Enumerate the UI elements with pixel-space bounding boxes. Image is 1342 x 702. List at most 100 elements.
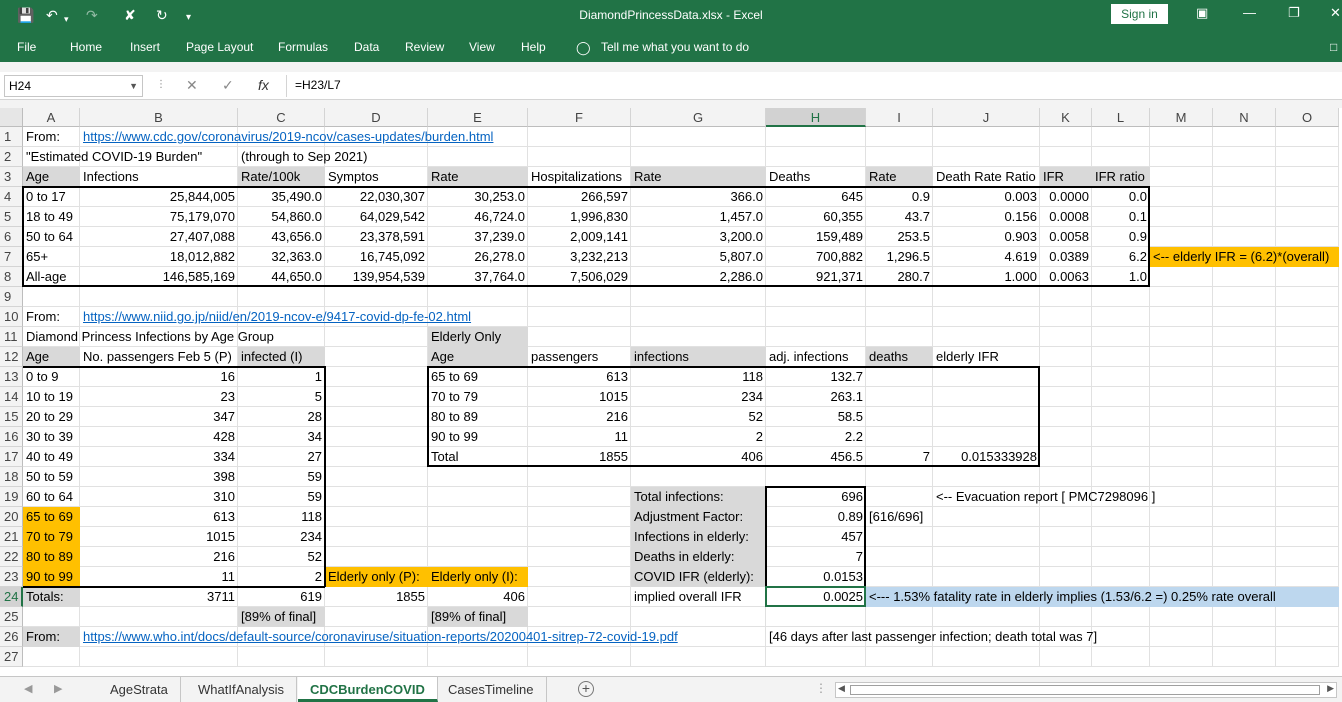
row-header-2[interactable]: 2: [0, 147, 23, 167]
column-header-c[interactable]: C: [238, 108, 325, 127]
row-header-15[interactable]: 15: [0, 407, 23, 427]
cell-c17: 27: [307, 449, 322, 464]
cell-b10[interactable]: https://www.niid.go.jp/niid/en/2019-ncov…: [80, 307, 474, 327]
tab-page-layout[interactable]: Page Layout: [186, 40, 253, 54]
column-header-n[interactable]: N: [1213, 108, 1276, 127]
column-header-a[interactable]: A: [23, 108, 80, 127]
cell-i3: Rate: [869, 169, 897, 184]
row-header-21[interactable]: 21: [0, 527, 23, 547]
tab-home[interactable]: Home: [70, 40, 102, 54]
cell-h16: 2.2: [844, 429, 863, 444]
cell-f16: 11: [614, 429, 629, 444]
scroll-right-icon[interactable]: ▶: [1327, 683, 1334, 694]
row-header-1[interactable]: 1: [0, 127, 23, 147]
row-header-6[interactable]: 6: [0, 227, 23, 247]
enter-icon[interactable]: ✓: [222, 77, 234, 94]
sheet-tab-cdcburdencovid[interactable]: CDCBurdenCOVID: [298, 677, 438, 702]
cell-g8: 2,286.0: [719, 269, 763, 284]
column-header-j[interactable]: J: [933, 108, 1040, 127]
row-header-19[interactable]: 19: [0, 487, 23, 507]
tell-me-search[interactable]: Tell me what you want to do: [601, 40, 749, 54]
select-all-corner[interactable]: [0, 108, 23, 127]
tab-data[interactable]: Data: [354, 40, 379, 54]
cell-a20: 65 to 69: [26, 509, 73, 524]
row-header-14[interactable]: 14: [0, 387, 23, 407]
cell-a8: All-age: [26, 269, 67, 284]
column-header-h[interactable]: H: [766, 108, 866, 127]
cell-l3: IFR ratio: [1095, 169, 1145, 184]
row-header-7[interactable]: 7: [0, 247, 23, 267]
column-header-e[interactable]: E: [428, 108, 528, 127]
ribbon-display-icon[interactable]: ▣: [1196, 5, 1208, 21]
row-header-17[interactable]: 17: [0, 447, 23, 467]
add-sheet-icon[interactable]: +: [578, 681, 594, 697]
column-header-d[interactable]: D: [325, 108, 428, 127]
restore-icon[interactable]: ❐: [1288, 5, 1300, 21]
cell-f7: 3,232,213: [570, 249, 628, 264]
horizontal-scrollbar[interactable]: ◀ ▶: [835, 682, 1337, 698]
formula-input[interactable]: =H23/L7: [286, 75, 1342, 97]
scroll-left-icon[interactable]: ◀: [838, 683, 845, 694]
sign-in-button[interactable]: Sign in: [1111, 4, 1168, 24]
column-header-b[interactable]: B: [80, 108, 238, 127]
row-header-3[interactable]: 3: [0, 167, 23, 187]
tab-review[interactable]: Review: [405, 40, 444, 54]
column-header-i[interactable]: I: [866, 108, 933, 127]
name-box[interactable]: H24 ▼: [4, 75, 143, 97]
row-header-11[interactable]: 11: [0, 327, 23, 347]
cell-b8: 146,585,169: [162, 269, 235, 284]
tab-formulas[interactable]: Formulas: [278, 40, 328, 54]
row-header-8[interactable]: 8: [0, 267, 23, 287]
cell-j19: <-- Evacuation report [ PMC7298096 ]: [936, 489, 1156, 504]
column-header-k[interactable]: K: [1040, 108, 1092, 127]
selected-cell[interactable]: [765, 586, 866, 607]
prev-sheet-icon[interactable]: ◀: [24, 682, 32, 695]
cell-f4: 266,597: [581, 189, 628, 204]
cell-b1[interactable]: https://www.cdc.gov/coronavirus/2019-nco…: [80, 127, 496, 147]
cell-b15: 347: [213, 409, 235, 424]
sheet-tab-casestimeline[interactable]: CasesTimeline: [436, 677, 547, 702]
row-header-24[interactable]: 24: [0, 587, 23, 607]
chevron-down-icon[interactable]: ▼: [129, 76, 138, 96]
close-icon[interactable]: ✕: [1330, 5, 1341, 21]
tab-view[interactable]: View: [469, 40, 495, 54]
column-header-m[interactable]: M: [1150, 108, 1213, 127]
row-header-25[interactable]: 25: [0, 607, 23, 627]
tab-file[interactable]: File: [17, 40, 36, 54]
row-header-4[interactable]: 4: [0, 187, 23, 207]
cell-c3: Rate/100k: [241, 169, 301, 184]
cell-c5: 54,860.0: [271, 209, 322, 224]
row-header-20[interactable]: 20: [0, 507, 23, 527]
column-header-o[interactable]: O: [1276, 108, 1339, 127]
cell-c23: 2: [314, 569, 322, 584]
column-header-f[interactable]: F: [528, 108, 631, 127]
next-sheet-icon[interactable]: ▶: [54, 682, 62, 695]
row-header-23[interactable]: 23: [0, 567, 23, 587]
row-header-18[interactable]: 18: [0, 467, 23, 487]
cell-grid[interactable]: A B C D E F G H I J K L M N O 1 2 3 4 5 6 7 8 9 10 11 12 13 14 15 16 17…: [0, 108, 1342, 676]
row-header-10[interactable]: 10: [0, 307, 23, 327]
row-header-16[interactable]: 16: [0, 427, 23, 447]
minimize-icon[interactable]: —: [1243, 5, 1256, 20]
more-icon: ⋮: [815, 681, 827, 695]
tab-insert[interactable]: Insert: [130, 40, 160, 54]
column-header-l[interactable]: L: [1092, 108, 1150, 127]
tab-help[interactable]: Help: [521, 40, 546, 54]
row-header-5[interactable]: 5: [0, 207, 23, 227]
insert-function-icon[interactable]: fx: [258, 77, 269, 93]
row-header-26[interactable]: 26: [0, 627, 23, 647]
comments-icon[interactable]: □: [1330, 40, 1337, 54]
cell-k3: IFR: [1043, 169, 1064, 184]
row-header-22[interactable]: 22: [0, 547, 23, 567]
row-header-9[interactable]: 9: [0, 287, 23, 307]
cancel-icon[interactable]: ✕: [186, 77, 198, 94]
column-header-g[interactable]: G: [631, 108, 766, 127]
sheet-tab-whatifanalysis[interactable]: WhatIfAnalysis: [186, 677, 297, 702]
row-header-13[interactable]: 13: [0, 367, 23, 387]
sheet-tab-agestrata[interactable]: AgeStrata: [98, 677, 181, 702]
cell-b26[interactable]: https://www.who.int/docs/default-source/…: [80, 627, 681, 647]
row-header-27[interactable]: 27: [0, 647, 23, 667]
row-header-12[interactable]: 12: [0, 347, 23, 367]
cell-j17: 0.015333928: [961, 449, 1037, 464]
scroll-thumb[interactable]: [850, 685, 1320, 695]
